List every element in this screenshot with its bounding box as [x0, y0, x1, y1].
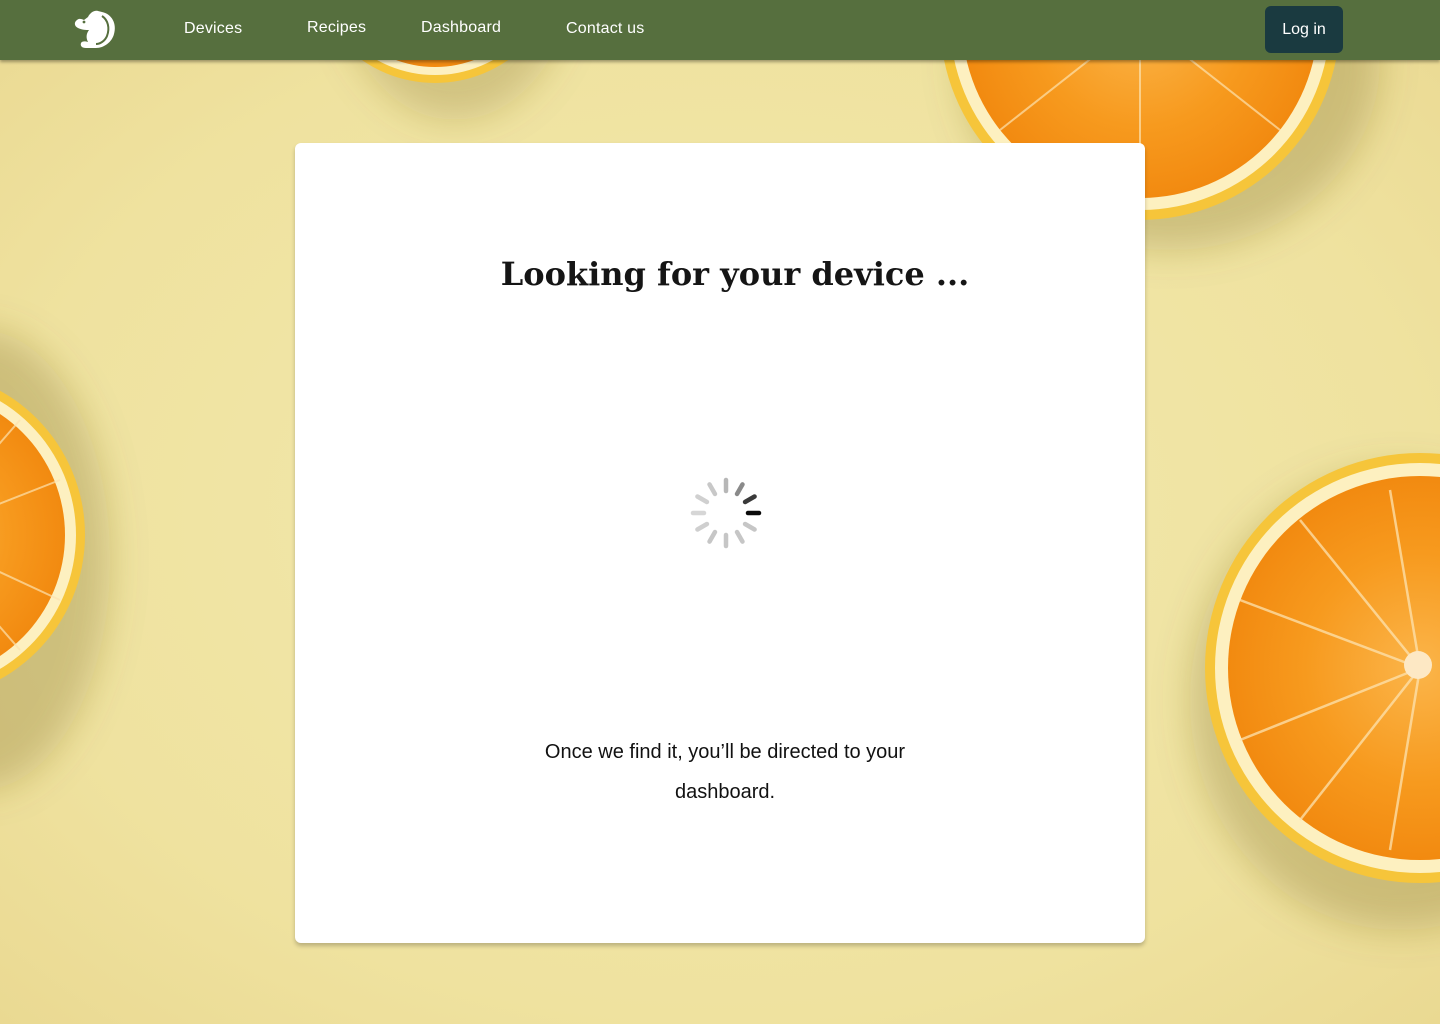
card-title: Looking for your device ...	[500, 255, 970, 293]
redirect-message: Once we find it, you’ll be directed to y…	[544, 741, 906, 803]
nav-link-recipes[interactable]: Recipes	[307, 19, 366, 37]
nav-link-dashboard[interactable]: Dashboard	[421, 19, 501, 37]
top-navbar: Devices Recipes Dashboard Contact us Log…	[0, 0, 1440, 60]
loading-spinner-icon	[690, 477, 762, 549]
nav-link-devices[interactable]: Devices	[184, 20, 242, 38]
squirrel-logo-icon[interactable]	[72, 8, 118, 52]
device-search-card: Looking for your device ... Once we find…	[295, 143, 1145, 943]
login-button[interactable]: Log in	[1265, 6, 1343, 53]
nav-link-contact-us[interactable]: Contact us	[566, 20, 644, 38]
